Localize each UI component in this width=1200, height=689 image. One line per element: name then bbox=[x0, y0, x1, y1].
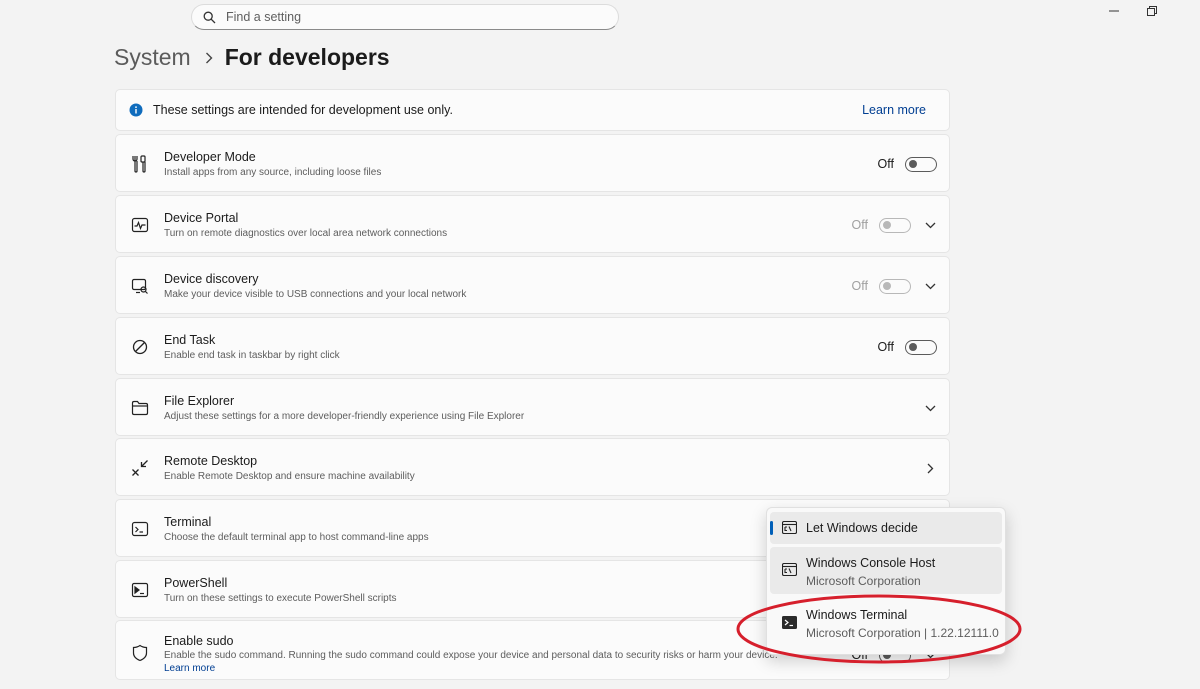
setting-title: Terminal bbox=[164, 515, 212, 529]
chevron-down-icon[interactable] bbox=[923, 218, 937, 232]
setting-description: Turn on these settings to execute PowerS… bbox=[164, 593, 397, 604]
setting-description: Enable end task in taskbar by right clic… bbox=[164, 350, 340, 361]
dropdown-option-let-windows-decide[interactable]: Let Windows decide bbox=[770, 512, 1002, 544]
terminal-dropdown-menu: Let Windows decide Windows Console Host … bbox=[766, 507, 1006, 655]
prohibited-icon bbox=[130, 337, 150, 357]
info-banner: These settings are intended for developm… bbox=[115, 89, 950, 131]
remote-desktop-row[interactable]: Remote Desktop Enable Remote Desktop and… bbox=[115, 438, 950, 496]
chevron-down-icon[interactable] bbox=[923, 279, 937, 293]
setting-title: Developer Mode bbox=[164, 150, 256, 164]
developer-mode-row: Developer Mode Install apps from any sou… bbox=[115, 134, 950, 192]
device-discovery-icon bbox=[130, 276, 150, 296]
setting-title: Remote Desktop bbox=[164, 454, 258, 468]
setting-description: Enable the sudo command. Running the sud… bbox=[164, 650, 778, 661]
setting-description: Choose the default terminal app to host … bbox=[164, 532, 429, 543]
minimize-icon bbox=[1109, 10, 1119, 12]
toggle-state-label: Off bbox=[877, 340, 894, 354]
search-icon bbox=[203, 11, 216, 23]
console-icon bbox=[782, 521, 797, 534]
setting-title: File Explorer bbox=[164, 394, 235, 408]
banner-text: These settings are intended for developm… bbox=[153, 103, 453, 117]
setting-title: Enable sudo bbox=[164, 634, 234, 648]
folder-icon bbox=[130, 398, 150, 418]
setting-title: Device Portal bbox=[164, 211, 239, 225]
minimize-button[interactable] bbox=[1104, 3, 1124, 19]
search-input[interactable] bbox=[224, 9, 588, 25]
page-title: For developers bbox=[224, 44, 390, 70]
option-name: Let Windows decide bbox=[806, 521, 918, 535]
breadcrumb-system-link[interactable]: System bbox=[114, 44, 191, 71]
console-icon bbox=[782, 563, 797, 576]
setting-description: Install apps from any source, including … bbox=[164, 167, 382, 178]
device-discovery-toggle bbox=[879, 278, 911, 294]
search-box[interactable] bbox=[191, 4, 619, 30]
setting-description: Enable Remote Desktop and ensure machine… bbox=[164, 471, 415, 482]
end-task-row: End Task Enable end task in taskbar by r… bbox=[115, 317, 950, 375]
info-icon bbox=[129, 103, 143, 117]
setting-title: Device discovery bbox=[164, 272, 259, 286]
device-portal-icon bbox=[130, 215, 150, 235]
setting-description: Adjust these settings for a more develop… bbox=[164, 411, 525, 422]
toggle-state-label: Off bbox=[851, 279, 868, 293]
chevron-right-icon bbox=[205, 52, 213, 64]
chevron-down-icon[interactable] bbox=[923, 401, 937, 415]
learn-more-link[interactable]: Learn more bbox=[862, 103, 926, 117]
file-explorer-row[interactable]: File Explorer Adjust these settings for … bbox=[115, 378, 950, 436]
learn-more-link[interactable]: Learn more bbox=[164, 663, 215, 674]
chevron-right-icon[interactable] bbox=[923, 461, 937, 475]
dropdown-option-windows-terminal[interactable]: Windows Terminal Microsoft Corporation |… bbox=[770, 600, 1002, 646]
setting-description: Turn on remote diagnostics over local ar… bbox=[164, 228, 448, 239]
windows-terminal-icon bbox=[782, 616, 797, 629]
remote-desktop-icon bbox=[130, 458, 150, 478]
toggle-state-label: Off bbox=[851, 218, 868, 232]
powershell-icon bbox=[130, 580, 150, 600]
device-portal-row[interactable]: Device Portal Turn on remote diagnostics… bbox=[115, 195, 950, 253]
end-task-toggle[interactable] bbox=[905, 339, 937, 355]
toggle-state-label: Off bbox=[877, 157, 894, 171]
developer-tools-icon bbox=[130, 154, 150, 174]
setting-description: Make your device visible to USB connecti… bbox=[164, 289, 467, 300]
dropdown-option-windows-console-host[interactable]: Windows Console Host Microsoft Corporati… bbox=[770, 547, 1002, 594]
option-name: Windows Console Host bbox=[806, 556, 936, 570]
option-publisher: Microsoft Corporation bbox=[806, 574, 921, 588]
selection-indicator bbox=[770, 521, 773, 535]
shield-icon bbox=[130, 643, 150, 663]
restore-icon bbox=[1147, 6, 1157, 16]
option-publisher: Microsoft Corporation | 1.22.12111.0 bbox=[806, 626, 999, 640]
setting-title: PowerShell bbox=[164, 576, 228, 590]
device-portal-toggle bbox=[879, 217, 911, 233]
terminal-icon bbox=[130, 519, 150, 539]
device-discovery-row[interactable]: Device discovery Make your device visibl… bbox=[115, 256, 950, 314]
setting-title: End Task bbox=[164, 333, 216, 347]
developer-mode-toggle[interactable] bbox=[905, 156, 937, 172]
breadcrumb: System For developers bbox=[114, 44, 390, 71]
option-name: Windows Terminal bbox=[806, 608, 908, 622]
restore-button[interactable] bbox=[1142, 3, 1162, 19]
